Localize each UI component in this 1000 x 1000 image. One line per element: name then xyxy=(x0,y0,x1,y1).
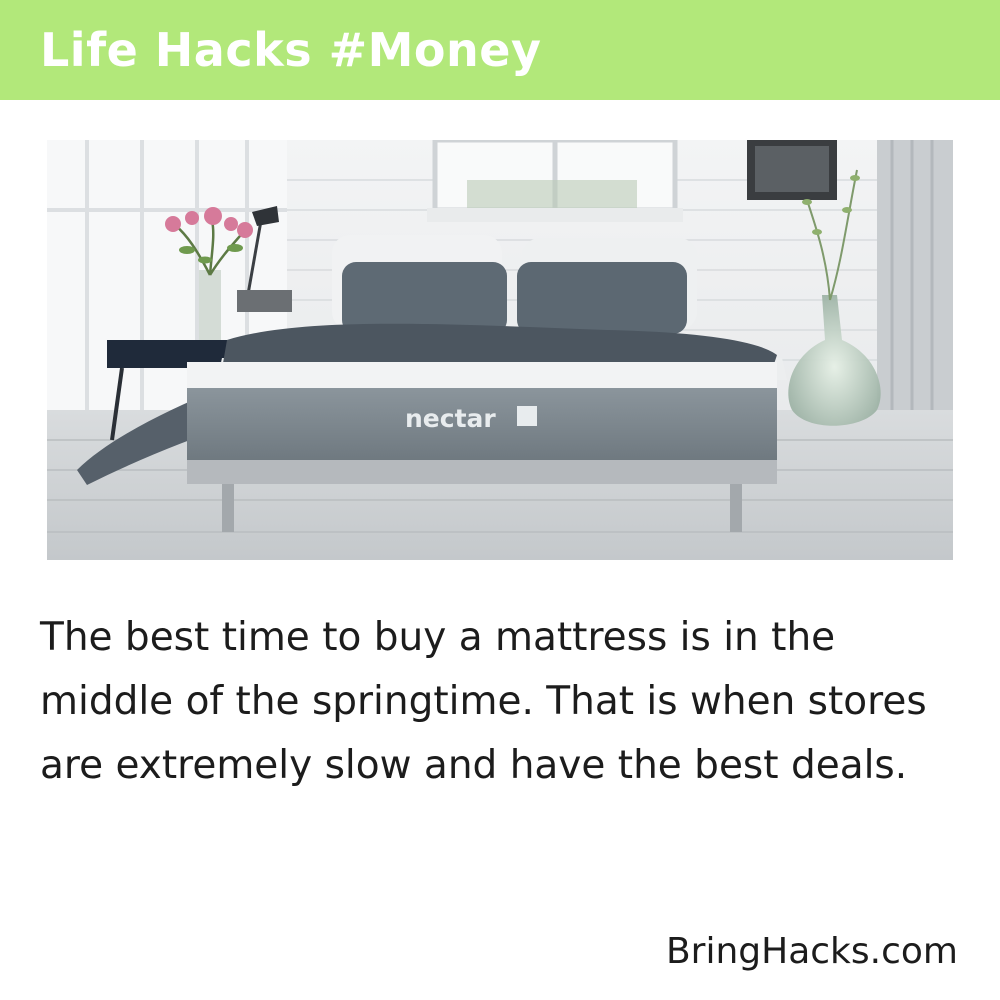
site-credit: BringHacks.com xyxy=(665,931,958,972)
mattress-brand-label: nectar xyxy=(405,404,496,433)
tip-text: The best time to buy a mattress is in th… xyxy=(40,615,927,788)
page-title: Life Hacks #Money xyxy=(40,23,542,77)
bedroom-photo: nectar xyxy=(47,140,953,560)
header-banner: Life Hacks #Money xyxy=(0,0,1000,100)
